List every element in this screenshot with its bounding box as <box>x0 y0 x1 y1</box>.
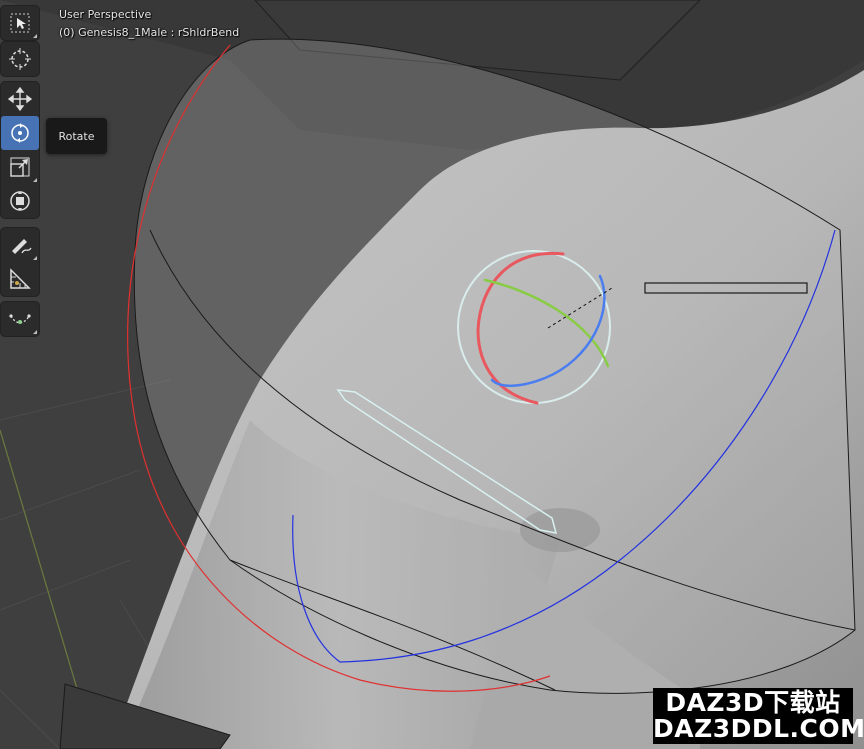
annotate-icon <box>8 233 32 257</box>
toolbar-annotate-group <box>1 228 39 296</box>
toolbar-select-group <box>1 6 39 40</box>
measure-tool-button[interactable] <box>1 262 39 296</box>
toolbar-transform-group <box>1 82 39 218</box>
view-name-label: User Perspective <box>59 8 152 21</box>
rotate-icon <box>8 121 32 145</box>
watermark-line1: DAZ3D下载站 <box>665 688 841 717</box>
scale-tool-button[interactable] <box>1 150 39 184</box>
transform-icon <box>8 189 32 213</box>
select-box-icon <box>9 12 31 34</box>
transform-tool-button[interactable] <box>1 184 39 218</box>
rotate-tool-button[interactable] <box>1 116 39 150</box>
toolbar-pose-group <box>1 302 39 336</box>
3d-viewport[interactable]: User Perspective (0) Genesis8_1Male : rS… <box>0 0 864 749</box>
annotate-tool-button[interactable] <box>1 228 39 262</box>
watermark-line2: DAZ3DDL.COM <box>653 714 864 743</box>
object-info-label: (0) Genesis8_1Male : rShldrBend <box>59 26 240 39</box>
cursor-tool-button[interactable] <box>1 42 39 76</box>
move-tool-button[interactable] <box>1 82 39 116</box>
toolbar-cursor-group <box>1 42 39 76</box>
cursor-icon <box>8 47 32 71</box>
select-box-tool-button[interactable] <box>1 6 39 40</box>
watermark: DAZ3D下载站 DAZ3DDL.COM <box>653 688 864 744</box>
pose-tool-button[interactable] <box>1 302 39 336</box>
rotate-tooltip: Rotate <box>46 118 107 154</box>
measure-icon <box>8 267 32 291</box>
pose-icon <box>8 307 32 331</box>
scene-render <box>0 0 864 749</box>
scale-icon <box>9 156 31 178</box>
move-icon <box>8 87 32 111</box>
